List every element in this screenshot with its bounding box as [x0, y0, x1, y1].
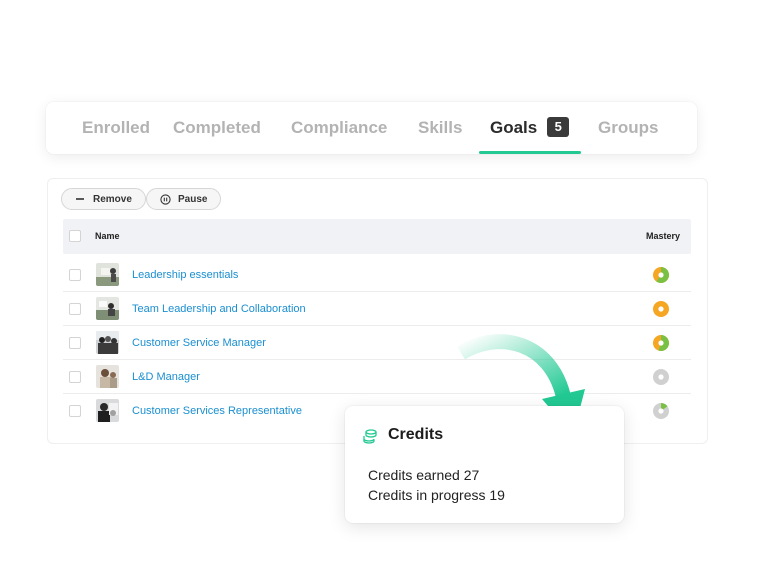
goals-panel: Remove Pause Name Mastery Leadership ess… [47, 178, 708, 444]
mastery-donut [653, 267, 670, 283]
table-row: Leadership essentials [63, 258, 691, 292]
credits-earned: Credits earned 27 [368, 467, 480, 483]
credits-in-progress: Credits in progress 19 [368, 487, 505, 503]
course-title-link[interactable]: Customer Service Manager [132, 326, 266, 360]
course-title-link[interactable]: Customer Services Representative [132, 394, 302, 428]
course-thumbnail [96, 365, 119, 388]
course-thumbnail [96, 399, 119, 422]
pause-button-label: Pause [178, 193, 208, 205]
mastery-donut [653, 301, 669, 317]
minus-icon [74, 193, 86, 205]
row-checkbox[interactable] [69, 337, 81, 349]
row-checkbox[interactable] [69, 371, 81, 383]
tab-goals-label: Goals [490, 118, 538, 137]
column-header-mastery: Mastery [645, 231, 680, 241]
table-row: Customer Service Manager [63, 326, 691, 360]
mastery-donut [653, 403, 669, 419]
course-title-link[interactable]: Team Leadership and Collaboration [132, 292, 306, 326]
pause-button[interactable]: Pause [146, 188, 222, 210]
row-checkbox[interactable] [69, 269, 81, 281]
remove-button-label: Remove [93, 193, 132, 205]
row-checkbox[interactable] [69, 303, 81, 315]
tab-skills[interactable]: Skills [418, 102, 462, 154]
column-header-name: Name [95, 231, 120, 241]
remove-button[interactable]: Remove [61, 188, 146, 210]
course-thumbnail [96, 297, 119, 320]
mastery-donut [653, 335, 669, 351]
tab-completed[interactable]: Completed [173, 102, 261, 154]
credits-title: Credits [388, 426, 444, 443]
tab-bar: Enrolled Completed Compliance Skills Goa… [46, 102, 697, 154]
tab-groups[interactable]: Groups [598, 102, 658, 154]
course-title-link[interactable]: Leadership essentials [132, 258, 238, 292]
tab-compliance[interactable]: Compliance [291, 102, 387, 154]
coins-stack-icon [363, 429, 377, 444]
credits-card: Credits Credits earned 27 Credits in pro… [345, 406, 624, 523]
course-thumbnail [96, 263, 119, 286]
tab-goals-count-badge: 5 [547, 116, 570, 137]
table-row: L&D Manager [63, 360, 691, 394]
tab-enrolled[interactable]: Enrolled [82, 102, 150, 154]
table-row: Team Leadership and Collaboration [63, 292, 691, 326]
row-checkbox[interactable] [69, 405, 81, 417]
table-header: Name Mastery [63, 219, 691, 254]
mastery-donut [653, 369, 669, 385]
pause-icon [159, 193, 171, 205]
select-all-checkbox[interactable] [69, 230, 81, 242]
course-thumbnail [96, 331, 119, 354]
tab-goals[interactable]: Goals 5 [490, 102, 570, 154]
course-title-link[interactable]: L&D Manager [132, 360, 200, 394]
active-tab-indicator [479, 151, 581, 154]
